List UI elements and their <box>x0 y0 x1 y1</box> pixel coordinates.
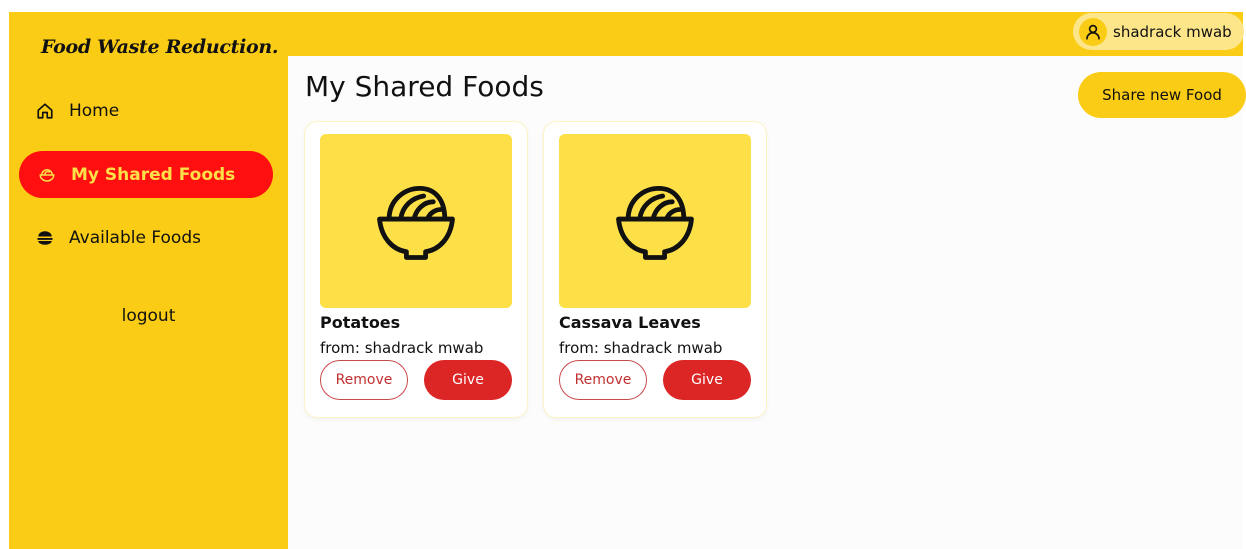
food-image <box>559 134 751 308</box>
bowl-icon <box>37 165 57 185</box>
user-icon <box>1079 17 1107 46</box>
user-name: shadrack mwab <box>1113 22 1232 41</box>
burger-icon <box>35 228 55 248</box>
remove-button[interactable]: Remove <box>320 360 408 400</box>
give-button[interactable]: Give <box>424 360 512 400</box>
remove-button[interactable]: Remove <box>559 360 647 400</box>
sidebar-item-label: Available Foods <box>69 228 201 248</box>
food-card: Cassava Leaves from: shadrack mwab Remov… <box>544 122 766 417</box>
give-button[interactable]: Give <box>663 360 751 400</box>
sidebar-item-available-foods[interactable]: Available Foods <box>35 225 201 251</box>
sidebar-item-label: Home <box>69 101 120 121</box>
food-owner: from: shadrack mwab <box>320 339 484 357</box>
user-menu[interactable]: shadrack mwab <box>1073 13 1244 50</box>
sidebar-item-label: My Shared Foods <box>71 164 236 185</box>
food-card: Potatoes from: shadrack mwab Remove Give <box>305 122 527 417</box>
sidebar-item-home[interactable]: Home <box>35 98 119 124</box>
page-title: My Shared Foods <box>305 70 544 103</box>
brand-logo: Food Waste Reduction. <box>41 36 279 58</box>
food-owner: from: shadrack mwab <box>559 339 723 357</box>
food-image <box>320 134 512 308</box>
sidebar-item-my-shared-foods[interactable]: My Shared Foods <box>19 151 273 198</box>
home-icon <box>35 101 55 121</box>
logout-button[interactable]: logout <box>9 306 288 326</box>
sidebar: Food Waste Reduction. Home My Shared Foo… <box>9 12 288 549</box>
bowl-icon <box>616 185 694 260</box>
share-new-food-button[interactable]: Share new Food <box>1078 72 1246 118</box>
food-name: Cassava Leaves <box>559 313 701 332</box>
bowl-icon <box>377 185 455 260</box>
food-name: Potatoes <box>320 313 401 332</box>
